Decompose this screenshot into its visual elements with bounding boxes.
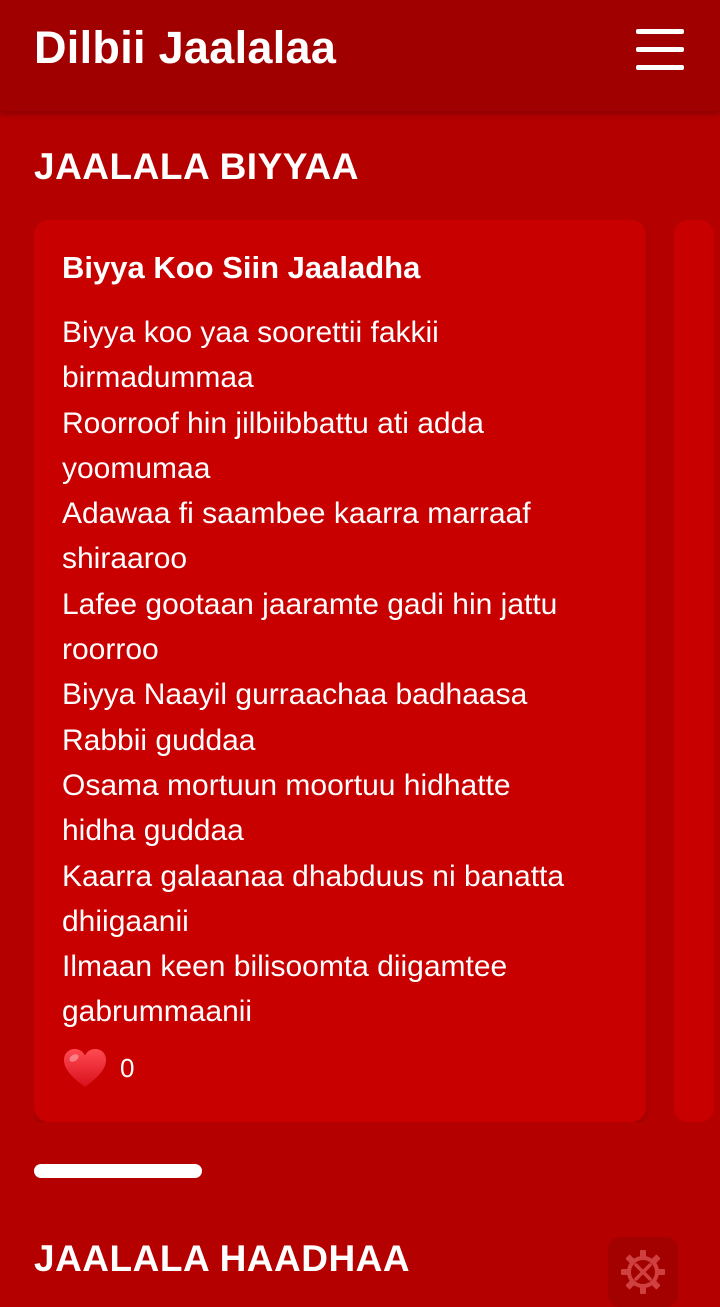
poem-line: Roorroof hin jilbiibbattu ati adda yoomu… (62, 406, 484, 485)
next-poem-card-peek[interactable] (674, 220, 714, 1122)
settings-button[interactable] (608, 1237, 678, 1307)
poem-line: Biyya koo yaa soorettii fakkii birmadumm… (62, 316, 439, 395)
poem-line: Ilmaan keen bilisoomta diigamtee gabrumm… (62, 950, 508, 1029)
poem-title: Biyya Koo Siin Jaaladha (62, 250, 421, 285)
poem-line: Biyya Naayil gurraachaa badhaasa Rabbii … (62, 678, 528, 757)
heart-icon[interactable] (62, 1047, 108, 1089)
poem-body: Biyya koo yaa soorettii fakkii birmadumm… (62, 310, 622, 1035)
like-count: 0 (120, 1052, 135, 1083)
poem-line: Lafee gootaan jaaramte gadi hin jattu ro… (62, 587, 558, 667)
section-title-mother-love: JAALALA HAADHAA (34, 1238, 411, 1279)
gear-wrench-icon (621, 1250, 665, 1294)
menu-button[interactable] (636, 27, 684, 73)
app-title: Dilbii Jaalalaa (34, 22, 337, 73)
poem-card[interactable]: Biyya Koo Siin Jaaladha Biyya koo yaa so… (34, 220, 646, 1122)
poem-line: Osama mortuun moortuu hidhatte hidha gud… (62, 768, 511, 848)
carousel-scroll-indicator (34, 1164, 202, 1178)
app-bar: Dilbii Jaalalaa (0, 0, 720, 111)
menu-bar-line (636, 29, 684, 34)
poem-line: Kaarra galaanaa dhabduus ni banatta dhii… (62, 859, 565, 938)
menu-bar-line (636, 47, 684, 52)
menu-bar-line (636, 65, 684, 70)
poem-line: Adawaa fi saambee kaarra marraaf shiraar… (62, 497, 531, 576)
poem-carousel[interactable]: Biyya Koo Siin Jaaladha Biyya koo yaa so… (34, 220, 720, 1122)
section-title-country-love: JAALALA BIYYAA (34, 146, 359, 187)
like-row: 0 (62, 1046, 134, 1090)
